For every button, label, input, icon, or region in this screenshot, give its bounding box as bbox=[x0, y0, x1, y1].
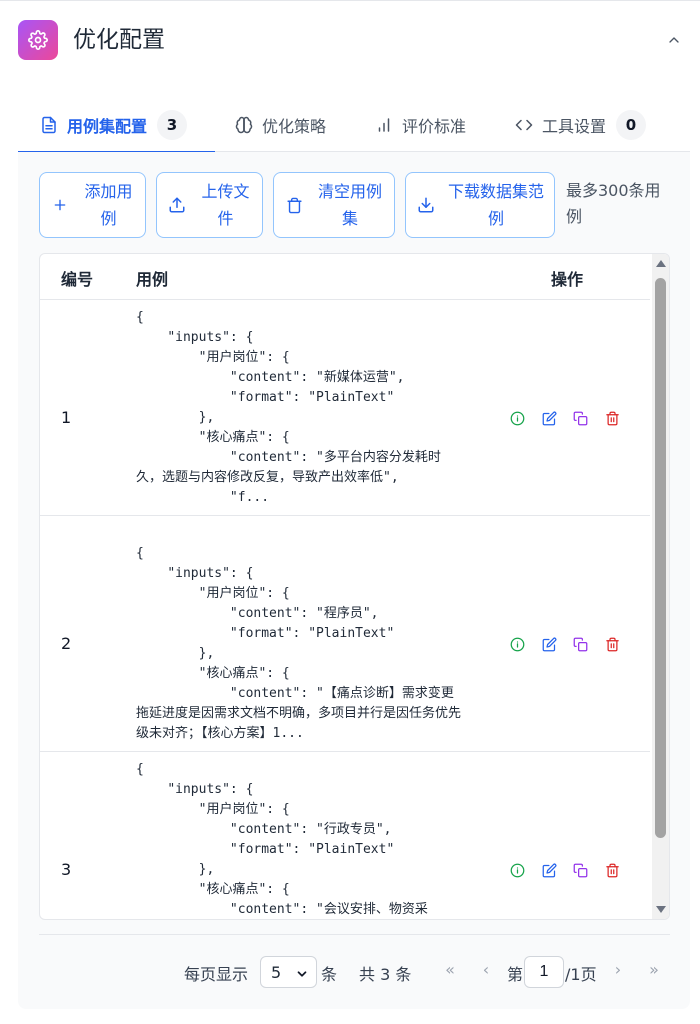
test-case-config-content: 添加用例 上传文件 清空用例集 下载数据集范例 最多300条用 例 编号 用例 … bbox=[18, 152, 690, 1009]
download-sample-button[interactable]: 下载数据集范例 bbox=[405, 172, 555, 238]
edit-icon[interactable] bbox=[542, 636, 557, 652]
copy-icon[interactable] bbox=[573, 636, 588, 652]
row-number: 3 bbox=[61, 860, 72, 879]
panel-title: 优化配置 bbox=[73, 27, 165, 53]
download-label-1: 下载数据集范 bbox=[447, 182, 544, 201]
edit-icon[interactable] bbox=[542, 862, 557, 878]
delete-icon[interactable] bbox=[605, 862, 620, 878]
limit-hint-line2: 例 bbox=[566, 207, 583, 226]
column-header-case: 用例 bbox=[136, 270, 169, 289]
bar-chart-icon bbox=[374, 115, 394, 135]
total-count: 共 3 条 bbox=[359, 965, 412, 984]
tab-label: 优化策略 bbox=[262, 117, 327, 136]
clear-cases-button[interactable]: 清空用例集 bbox=[273, 172, 395, 238]
add-case-label-2: 例 bbox=[100, 209, 117, 228]
page-suffix: /1页 bbox=[565, 965, 597, 984]
scroll-up-arrow-icon[interactable] bbox=[656, 260, 666, 267]
tab-label: 工具设置 bbox=[542, 117, 607, 136]
row-actions bbox=[510, 634, 630, 654]
page-number-input[interactable] bbox=[524, 956, 564, 988]
info-icon[interactable] bbox=[510, 636, 525, 652]
scroll-down-arrow-icon[interactable] bbox=[656, 906, 666, 913]
copy-icon[interactable] bbox=[573, 862, 588, 878]
scrollbar-thumb[interactable] bbox=[655, 278, 666, 838]
gear-icon bbox=[18, 20, 58, 60]
limit-hint: 最多300条用 例 bbox=[566, 178, 676, 230]
edit-icon[interactable] bbox=[542, 410, 557, 426]
tab-count-badge: 0 bbox=[616, 110, 647, 140]
info-icon[interactable] bbox=[510, 410, 525, 426]
case-content: { "inputs": { "用户岗位": { "content": "行政专员… bbox=[136, 762, 428, 917]
tab-label: 评价标准 bbox=[402, 117, 467, 136]
optimization-config-panel: 优化配置 用例集配置 3 优化策略 评价标准 工具设置 0 添加用 例 上传文 … bbox=[0, 0, 700, 1024]
add-case-label-1: 添加用 bbox=[84, 182, 133, 201]
upload-label-2: 件 bbox=[217, 209, 234, 228]
last-page-icon[interactable]: » bbox=[644, 960, 664, 979]
prev-page-icon[interactable]: ‹ bbox=[476, 960, 496, 979]
first-page-icon[interactable]: « bbox=[440, 960, 460, 979]
trash-icon bbox=[284, 195, 304, 215]
delete-icon[interactable] bbox=[605, 636, 620, 652]
tab-test-cases[interactable]: 用例集配置 3 bbox=[18, 98, 215, 153]
per-page-unit: 条 bbox=[321, 965, 338, 984]
tab-evaluation[interactable]: 评价标准 bbox=[374, 98, 466, 152]
per-page-select[interactable]: 5 bbox=[260, 956, 317, 988]
tab-bar: 用例集配置 3 优化策略 评价标准 工具设置 0 bbox=[18, 98, 690, 153]
clear-label-2: 集 bbox=[341, 209, 358, 228]
panel-header[interactable]: 优化配置 bbox=[18, 20, 700, 64]
tab-count-badge: 3 bbox=[157, 110, 188, 140]
chevron-up-icon[interactable] bbox=[664, 30, 684, 50]
top-divider bbox=[0, 0, 700, 1]
column-header-number: 编号 bbox=[61, 270, 94, 289]
per-page-value: 5 bbox=[271, 962, 282, 982]
document-icon bbox=[39, 115, 59, 135]
table-row: 2 { "inputs": { "用户岗位": { "content": "程序… bbox=[40, 536, 650, 752]
clear-label-1: 清空用例 bbox=[317, 182, 382, 201]
column-header-actions: 操作 bbox=[551, 270, 584, 289]
case-content: { "inputs": { "用户岗位": { "content": "新媒体运… bbox=[136, 310, 441, 505]
upload-label-1: 上传文 bbox=[201, 182, 250, 201]
chevron-down-icon bbox=[295, 966, 309, 985]
table-header: 编号 用例 操作 bbox=[40, 254, 650, 300]
per-page-label: 每页显示 bbox=[184, 965, 249, 984]
row-actions bbox=[510, 860, 630, 880]
brain-icon bbox=[234, 115, 254, 135]
row-actions bbox=[510, 408, 630, 428]
tab-label: 用例集配置 bbox=[67, 117, 148, 136]
code-icon bbox=[514, 115, 534, 135]
upload-icon bbox=[167, 195, 187, 215]
table-scrollbar[interactable] bbox=[652, 254, 669, 919]
table-row: 1 { "inputs": { "用户岗位": { "content": "新媒… bbox=[40, 300, 650, 516]
limit-hint-line1: 最多300条用 bbox=[566, 181, 661, 200]
tab-strategy[interactable]: 优化策略 bbox=[234, 98, 326, 152]
copy-icon[interactable] bbox=[573, 410, 588, 426]
tab-tools[interactable]: 工具设置 0 bbox=[514, 98, 647, 152]
page-prefix: 第 bbox=[507, 965, 524, 984]
download-label-2: 例 bbox=[487, 209, 504, 228]
pagination-divider bbox=[39, 934, 670, 935]
case-content: { "inputs": { "用户岗位": { "content": "程序员"… bbox=[136, 546, 462, 741]
next-page-icon[interactable]: › bbox=[608, 960, 628, 979]
table-row: 3 { "inputs": { "用户岗位": { "content": "行政… bbox=[40, 752, 650, 919]
download-icon bbox=[416, 195, 436, 215]
delete-icon[interactable] bbox=[605, 410, 620, 426]
plus-icon bbox=[50, 195, 70, 215]
row-number: 1 bbox=[61, 408, 72, 427]
upload-file-button[interactable]: 上传文件 bbox=[156, 172, 263, 238]
info-icon[interactable] bbox=[510, 862, 525, 878]
add-case-button[interactable]: 添加用例 bbox=[39, 172, 146, 238]
row-number: 2 bbox=[61, 634, 72, 653]
test-case-table: 编号 用例 操作 1 { "inputs": { "用户岗位": { "cont… bbox=[39, 253, 670, 920]
